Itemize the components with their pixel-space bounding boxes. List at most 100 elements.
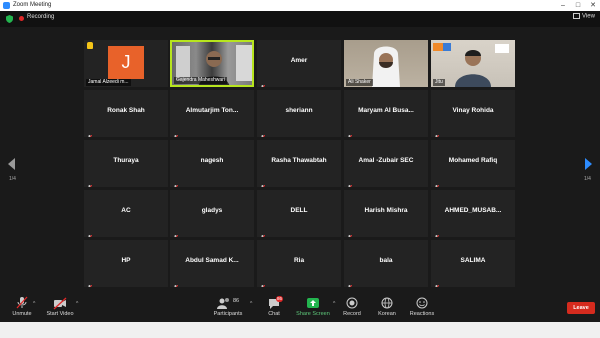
share-screen-button[interactable]: Share Screen: [291, 296, 335, 317]
participant-name: Ria: [293, 257, 305, 264]
participant-name: Amal -Zubair SEC: [358, 157, 414, 164]
participants-button[interactable]: 86 Participants: [206, 296, 250, 317]
share-screen-label: Share Screen: [296, 311, 330, 317]
muted-microphone-icon: [347, 128, 353, 137]
recording-icon: [19, 16, 24, 21]
participants-icon: [217, 298, 229, 309]
participant-name: Mohamed Rafiq: [448, 157, 498, 164]
muted-microphone-icon: [87, 228, 93, 237]
participant-tile[interactable]: J Jamal Alzeedi m...: [84, 40, 168, 87]
participant-name: nagesh: [200, 157, 224, 164]
participant-name: Rasha Thawabtah: [271, 157, 327, 164]
participant-name: sheriann: [285, 107, 313, 114]
participants-count: 86: [233, 298, 240, 304]
participant-name: DELL: [290, 207, 308, 214]
participant-tile[interactable]: gladys: [170, 190, 254, 237]
participant-name: gladys: [201, 207, 223, 214]
muted-microphone-icon: [173, 228, 179, 237]
muted-microphone-icon: [173, 278, 179, 287]
audio-options-chevron-icon[interactable]: ^: [33, 301, 35, 307]
participant-name: Jitu: [433, 79, 445, 86]
muted-microphone-icon: [434, 128, 440, 137]
participant-tile[interactable]: Ria: [257, 240, 341, 287]
participant-name: Almutarjim Ton...: [185, 107, 239, 114]
muted-microphone-icon: [260, 128, 266, 137]
view-button[interactable]: View: [573, 13, 595, 20]
participant-tile[interactable]: AHMED_MUSAB...: [431, 190, 515, 237]
participant-tile[interactable]: Mohamed Rafiq: [431, 140, 515, 187]
muted-microphone-icon: [347, 278, 353, 287]
maximize-icon[interactable]: □: [571, 0, 585, 11]
participant-tile[interactable]: nagesh: [170, 140, 254, 187]
muted-microphone-icon: [347, 228, 353, 237]
participant-name: Ali Shaker: [346, 79, 373, 86]
muted-microphone-icon: [434, 228, 440, 237]
participant-tile[interactable]: HP: [84, 240, 168, 287]
recording-label: Recording: [27, 14, 55, 20]
record-icon: [346, 297, 358, 309]
video-options-chevron-icon[interactable]: ^: [76, 301, 78, 307]
participant-name: AHMED_MUSAB...: [444, 207, 502, 214]
muted-microphone-icon: [260, 228, 266, 237]
muted-microphone-icon: [347, 178, 353, 187]
chat-label: Chat: [268, 311, 280, 317]
participant-tile[interactable]: Maryam Al Busa...: [344, 90, 428, 137]
window-title: Zoom Meeting: [13, 2, 52, 8]
taskbar: [0, 322, 600, 338]
muted-microphone-icon: [434, 178, 440, 187]
view-label: View: [582, 13, 595, 20]
participant-tile[interactable]: SALIMA: [431, 240, 515, 287]
participant-tile[interactable]: bala: [344, 240, 428, 287]
participant-tile[interactable]: Ali Shaker: [344, 40, 428, 87]
page-indicator-left: 1/4: [9, 176, 16, 182]
next-page-arrow-icon[interactable]: [585, 158, 592, 170]
chat-button[interactable]: 86 Chat: [252, 296, 296, 317]
avatar: J: [108, 46, 144, 79]
participant-tile[interactable]: Gajendra Maheshwari: [170, 40, 254, 87]
participant-tile[interactable]: Vinay Rohida: [431, 90, 515, 137]
smiley-icon: [416, 297, 428, 309]
participant-tile[interactable]: AC: [84, 190, 168, 237]
grid-view-icon: [573, 13, 580, 19]
previous-page-arrow-icon[interactable]: [8, 158, 15, 170]
muted-microphone-icon: [260, 178, 266, 187]
participant-tile[interactable]: Abdul Samad K...: [170, 240, 254, 287]
participant-name: Vinay Rohida: [452, 107, 494, 114]
participant-name: Harish Mishra: [364, 207, 408, 214]
reactions-label: Reactions: [409, 311, 435, 317]
participant-name: SALIMA: [460, 257, 486, 264]
close-icon[interactable]: ✕: [586, 0, 600, 11]
participant-tile[interactable]: sheriann: [257, 90, 341, 137]
participant-tile[interactable]: Harish Mishra: [344, 190, 428, 237]
participant-name: AC: [121, 207, 131, 214]
participant-tile[interactable]: DELL: [257, 190, 341, 237]
participant-name: Thuraya: [113, 157, 139, 164]
meeting-top-bar: [0, 11, 600, 27]
muted-microphone-icon: [16, 296, 28, 309]
participant-name: Amer: [290, 57, 308, 64]
participant-tile[interactable]: Rasha Thawabtah: [257, 140, 341, 187]
participant-tile[interactable]: Thuraya: [84, 140, 168, 187]
chat-unread-badge: 86: [276, 296, 284, 302]
muted-microphone-icon: [87, 178, 93, 187]
muted-microphone-icon: [434, 278, 440, 287]
participants-label: Participants: [213, 311, 243, 317]
participant-tile[interactable]: Ronak Shah: [84, 90, 168, 137]
muted-microphone-icon: [260, 78, 266, 87]
video-off-icon: [53, 297, 67, 310]
participant-name: Ronak Shah: [107, 107, 145, 114]
participant-tile[interactable]: Almutarjim Ton...: [170, 90, 254, 137]
zoom-app-icon: [3, 2, 10, 9]
globe-icon: [381, 297, 393, 309]
window-title-bar: Zoom Meeting – □ ✕: [0, 0, 600, 11]
participant-name: Abdul Samad K...: [185, 257, 239, 264]
start-video-label: Start Video: [46, 311, 74, 317]
raised-hand-icon: [87, 42, 93, 49]
reactions-button[interactable]: Reactions: [400, 296, 444, 317]
participant-tile[interactable]: Amal -Zubair SEC: [344, 140, 428, 187]
shield-icon[interactable]: [6, 15, 13, 23]
minimize-icon[interactable]: –: [556, 0, 570, 11]
participant-tile[interactable]: Jitu: [431, 40, 515, 87]
leave-button[interactable]: Leave: [567, 302, 595, 314]
participant-tile[interactable]: Amer: [257, 40, 341, 87]
